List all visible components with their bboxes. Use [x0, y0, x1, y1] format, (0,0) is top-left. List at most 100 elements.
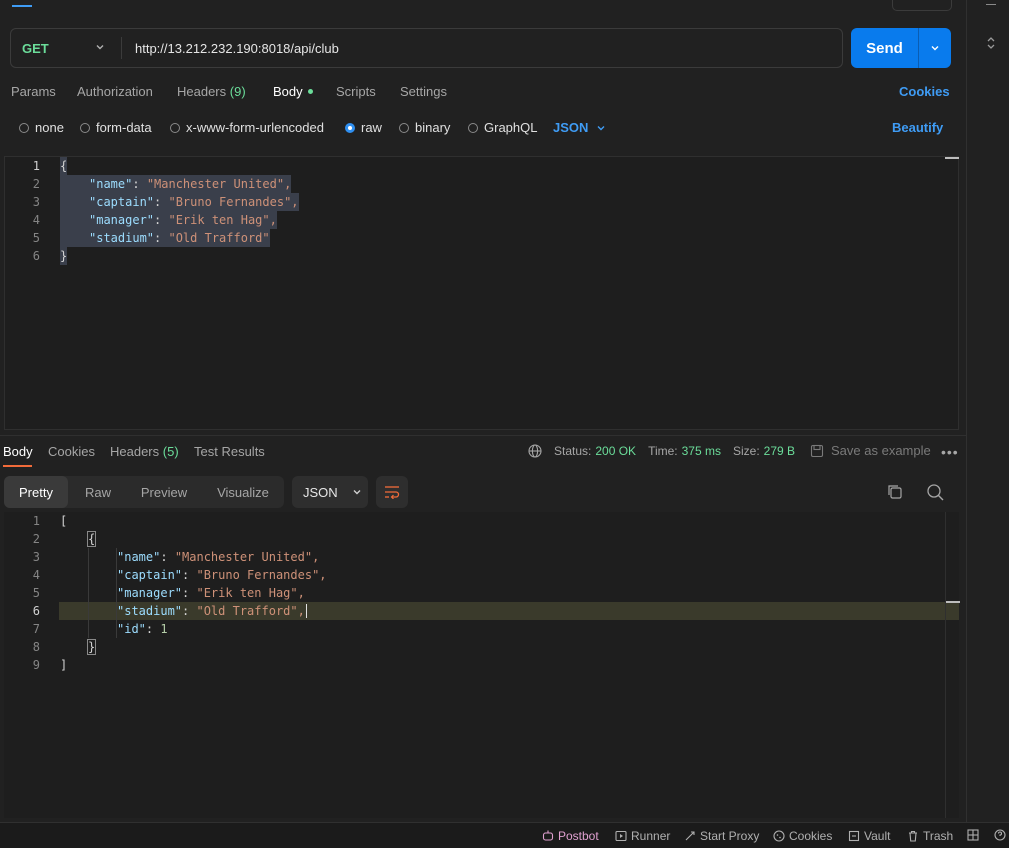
response-scrollbar[interactable]: [945, 512, 960, 818]
tab-authorization[interactable]: Authorization: [77, 84, 153, 99]
send-options-button[interactable]: [919, 28, 951, 68]
cookies-link[interactable]: Cookies: [899, 84, 950, 99]
code-line: }: [60, 247, 68, 265]
back-icon[interactable]: [12, 0, 32, 7]
response-tab-tests[interactable]: Test Results: [194, 444, 265, 459]
scroll-thumb[interactable]: [945, 157, 959, 159]
response-tab-cookies[interactable]: Cookies: [48, 444, 95, 459]
expand-icon[interactable]: [985, 36, 997, 50]
json-string: "Old Trafford",: [196, 604, 305, 618]
radio-raw[interactable]: raw: [345, 120, 382, 135]
line-number: 3: [32, 195, 40, 209]
json-string: "Bruno Fernandes",: [196, 568, 327, 582]
globe-icon[interactable]: [528, 444, 542, 458]
radio-none[interactable]: none: [19, 120, 64, 135]
active-tab-underline: [3, 465, 32, 467]
start-proxy-button[interactable]: Start Proxy: [684, 829, 759, 843]
mode-label: Raw: [84, 484, 111, 500]
tab-scripts[interactable]: Scripts: [336, 84, 376, 99]
time-value[interactable]: 375 ms: [682, 444, 721, 458]
tab-label: Headers: [177, 84, 227, 99]
trash-icon: [909, 830, 917, 842]
trash-button[interactable]: Trash: [907, 829, 953, 843]
mode-label: Pretty: [19, 484, 53, 500]
method-select[interactable]: GET: [11, 29, 121, 67]
info-icon[interactable]: [986, 0, 996, 5]
brace: {: [60, 159, 68, 173]
bracket: [: [60, 514, 68, 528]
json-string: "Manchester United",: [146, 177, 292, 191]
radio-urlencoded[interactable]: x-www-form-urlencoded: [170, 120, 324, 135]
line-number: 8: [32, 640, 40, 654]
radio-label: binary: [415, 120, 451, 135]
chevron-down-icon: [597, 125, 605, 130]
env-select-button[interactable]: [892, 0, 952, 11]
request-scrollbar[interactable]: [945, 157, 959, 429]
line-number: 6: [32, 604, 40, 618]
radio-graphql[interactable]: GraphQL: [468, 120, 537, 135]
tab-headers[interactable]: Headers (9): [177, 84, 246, 99]
save-as-example-button[interactable]: Save as example: [810, 443, 931, 458]
wrap-lines-button[interactable]: [376, 476, 408, 508]
line-number: 6: [32, 249, 40, 263]
save-label: Save as example: [831, 443, 931, 458]
mode-visualize[interactable]: Visualize: [206, 476, 280, 508]
json-string: "Old Trafford": [168, 231, 270, 245]
radio-circle: [170, 122, 180, 133]
body-indicator-dot: [307, 89, 313, 95]
radio-form-data[interactable]: form-data: [80, 120, 152, 135]
copy-icon[interactable]: [884, 481, 906, 503]
url-input[interactable]: [123, 29, 823, 67]
response-format-select[interactable]: JSON: [292, 476, 368, 508]
json-key: "name": [89, 177, 133, 191]
mode-pretty[interactable]: Pretty: [4, 476, 68, 508]
postbot-button[interactable]: Postbot: [542, 829, 599, 843]
runner-icon: [615, 830, 627, 842]
code-line: "name": "Manchester United",: [60, 175, 292, 193]
pane-divider[interactable]: [0, 435, 966, 436]
json-key: "captain": [117, 568, 183, 582]
tab-settings[interactable]: Settings: [400, 84, 447, 99]
right-sidebar: [966, 0, 1009, 822]
vault-button[interactable]: Vault: [848, 829, 890, 843]
mode-raw[interactable]: Raw: [74, 476, 122, 508]
json-string: "Manchester United",: [174, 550, 320, 564]
scroll-thumb[interactable]: [946, 601, 960, 603]
json-key: "captain": [89, 195, 155, 209]
format-label: JSON: [303, 484, 338, 500]
cookies-label: Cookies: [789, 829, 833, 843]
tab-params[interactable]: Params: [11, 84, 56, 99]
radio-label: form-data: [96, 120, 152, 135]
mode-label: Preview: [140, 484, 188, 500]
json-string: "Erik ten Hag",: [168, 213, 277, 227]
search-icon[interactable]: [924, 481, 946, 503]
radio-label: raw: [361, 120, 382, 135]
send-button[interactable]: Send: [851, 28, 918, 68]
code-line: }: [86, 638, 97, 656]
response-tab-headers[interactable]: Headers (5): [110, 444, 179, 459]
vault-label: Vault: [864, 829, 891, 843]
tab-label: Params: [11, 84, 56, 99]
time-label: Time:: [648, 444, 678, 458]
chevron-down-icon: [931, 46, 939, 51]
body-language-select[interactable]: JSON: [553, 120, 606, 135]
mode-preview[interactable]: Preview: [130, 476, 198, 508]
runner-button[interactable]: Runner: [615, 829, 670, 843]
method-label: GET: [22, 40, 49, 56]
help-icon[interactable]: [994, 829, 1006, 841]
tab-body[interactable]: Body: [273, 84, 313, 99]
radio-binary[interactable]: binary: [399, 120, 450, 135]
chevron-down-icon: [96, 45, 104, 50]
cookies-button[interactable]: Cookies: [773, 829, 832, 843]
postbot-label: Postbot: [558, 829, 599, 843]
code-line: "stadium": "Old Trafford": [60, 229, 270, 247]
size-value[interactable]: 279 B: [764, 444, 795, 458]
response-tab-body[interactable]: Body: [3, 444, 33, 459]
layout-icon[interactable]: [967, 829, 979, 841]
code-line: {: [60, 157, 68, 175]
bracket: ]: [60, 658, 68, 672]
status-value[interactable]: 200 OK: [595, 444, 636, 458]
beautify-button[interactable]: Beautify: [892, 120, 943, 135]
line-number: 4: [32, 568, 40, 582]
more-options-icon[interactable]: •••: [941, 444, 959, 460]
